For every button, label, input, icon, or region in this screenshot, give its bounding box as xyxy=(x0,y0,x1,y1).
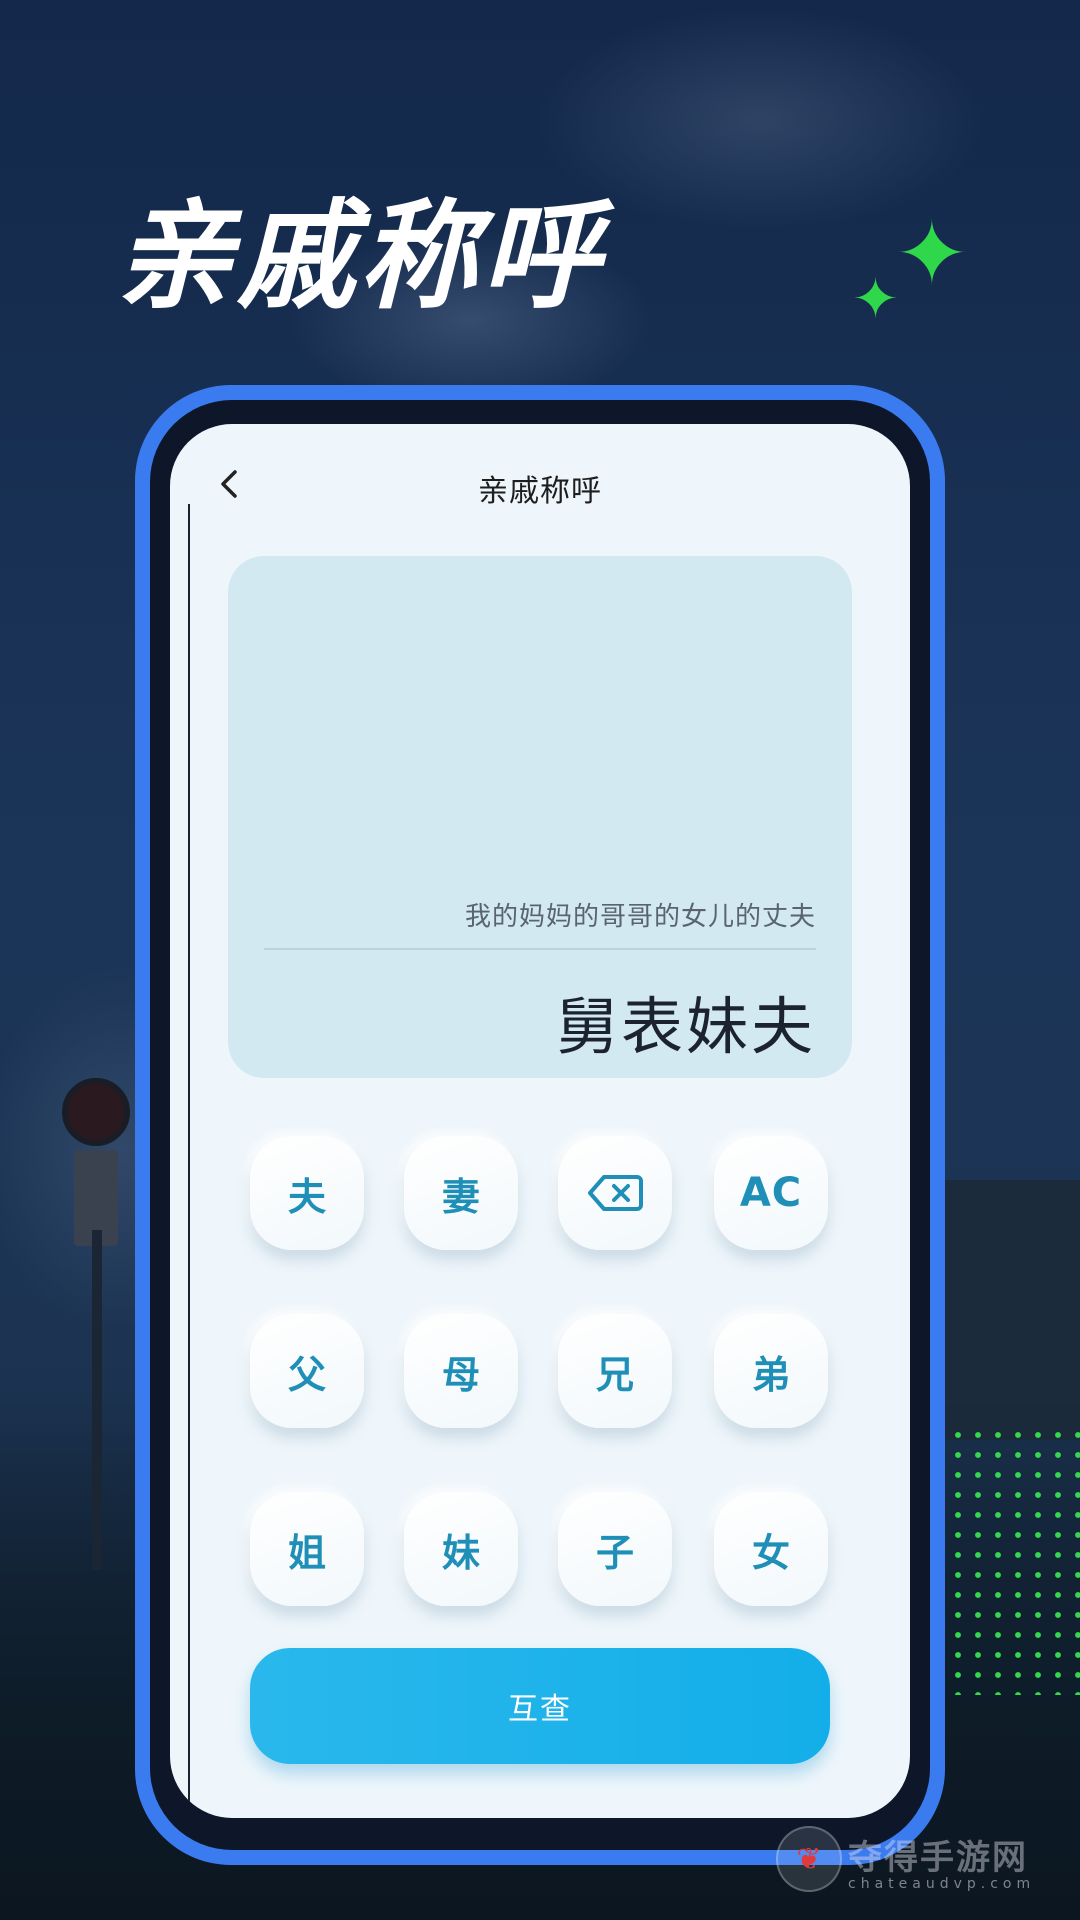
display-divider xyxy=(264,948,816,950)
mutual-query-label: 互查 xyxy=(508,1692,572,1727)
key-clear-all[interactable]: AC xyxy=(714,1136,828,1250)
key-label: 姐 xyxy=(287,1530,326,1575)
mutual-query-button[interactable]: 互查 xyxy=(250,1648,830,1764)
key-daughter[interactable]: 女 xyxy=(714,1492,828,1606)
sparkle-icon: ✦ xyxy=(895,202,969,305)
key-label: 子 xyxy=(595,1530,634,1575)
railway-signal-light xyxy=(62,1078,130,1146)
key-label: 母 xyxy=(441,1352,480,1397)
key-label: 夫 xyxy=(287,1174,326,1219)
key-elder-sister[interactable]: 姐 xyxy=(250,1492,364,1606)
key-wife[interactable]: 妻 xyxy=(404,1136,518,1250)
key-backspace[interactable] xyxy=(558,1136,672,1250)
cherry-logo-icon: ❦ xyxy=(776,1826,842,1892)
key-label: 妹 xyxy=(441,1530,480,1575)
watermark: ❦ 夺得手游网 chateaudvp.com xyxy=(776,1826,1066,1906)
page-title: 亲戚称呼 xyxy=(478,474,602,509)
screen-edge-line xyxy=(188,504,190,1814)
key-label: 兄 xyxy=(595,1352,634,1397)
relation-result: 舅表妹夫 xyxy=(555,990,816,1063)
key-label: 弟 xyxy=(751,1352,790,1397)
key-son[interactable]: 子 xyxy=(558,1492,672,1606)
railway-signal-pole xyxy=(92,1230,102,1570)
watermark-url: chateaudvp.com xyxy=(848,1876,1036,1892)
background-building xyxy=(930,1180,1080,1440)
sparkle-icon: ✦ xyxy=(852,267,899,332)
key-label: 父 xyxy=(287,1352,326,1397)
relation-expression: 我的妈妈的哥哥的女儿的丈夫 xyxy=(464,902,816,932)
key-father[interactable]: 父 xyxy=(250,1314,364,1428)
key-younger-brother[interactable]: 弟 xyxy=(714,1314,828,1428)
app-screen: 亲戚称呼 我的妈妈的哥哥的女儿的丈夫 舅表妹夫 夫 妻 AC 父 母 兄 弟 姐… xyxy=(170,424,910,1818)
backspace-icon xyxy=(588,1175,643,1211)
key-younger-sister[interactable]: 妹 xyxy=(404,1492,518,1606)
key-label: AC xyxy=(739,1170,803,1216)
watermark-text: 夺得手游网 xyxy=(848,1838,1028,1878)
key-label: 妻 xyxy=(441,1174,480,1219)
key-mother[interactable]: 母 xyxy=(404,1314,518,1428)
key-label: 女 xyxy=(751,1530,790,1575)
keypad: 夫 妻 AC 父 母 兄 弟 姐 妹 子 女 xyxy=(250,1136,830,1636)
key-elder-brother[interactable]: 兄 xyxy=(558,1314,672,1428)
result-display: 我的妈妈的哥哥的女儿的丈夫 舅表妹夫 xyxy=(228,556,852,1078)
dot-pattern-decoration xyxy=(948,1425,1080,1695)
key-husband[interactable]: 夫 xyxy=(250,1136,364,1250)
promo-headline: 亲戚称呼 xyxy=(115,187,604,325)
